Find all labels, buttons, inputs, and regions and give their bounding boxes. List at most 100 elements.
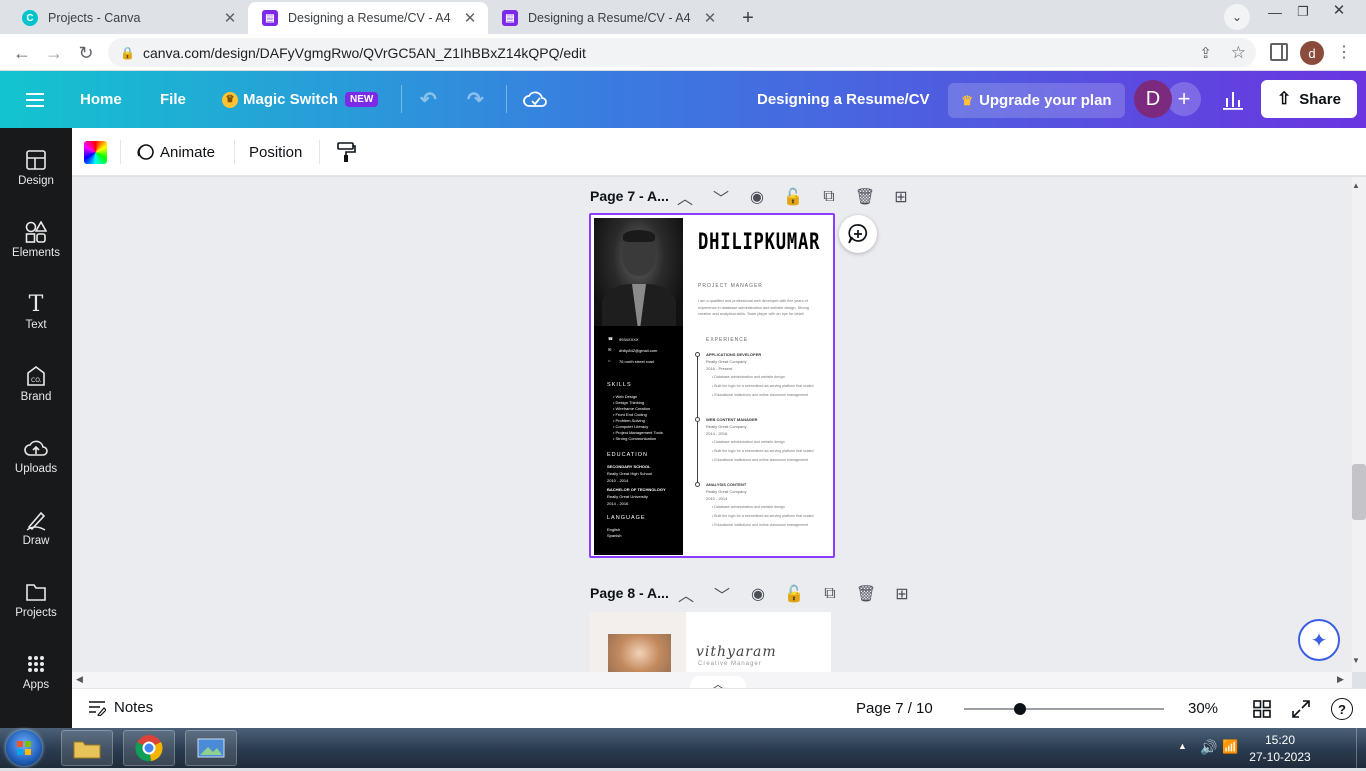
add-collaborator-plus-icon[interactable]: +	[1167, 82, 1201, 116]
sidebar-item-projects[interactable]: Projects	[0, 560, 72, 632]
volume-icon[interactable]: 🔊	[1200, 739, 1217, 756]
browser-tab-projects[interactable]: C Projects - Canva ✕	[8, 2, 248, 34]
start-button-icon[interactable]	[6, 730, 42, 766]
show-desktop-button[interactable]	[1356, 728, 1366, 768]
undo-icon[interactable]: ↶	[420, 71, 437, 128]
upgrade-plan-button[interactable]: ♛ Upgrade your plan	[948, 83, 1125, 118]
profile-photo[interactable]	[594, 218, 683, 326]
document-title[interactable]: Designing a Resume/CV	[757, 71, 930, 128]
horizontal-scrollbar[interactable]: ◀ ︿ ▶	[72, 672, 1352, 692]
restore-icon[interactable]: ❐	[1290, 2, 1316, 22]
cloud-saved-icon[interactable]	[523, 71, 547, 128]
page-up-chevron-icon[interactable]: ︿	[676, 584, 696, 605]
sidebar-item-apps[interactable]: Apps	[0, 632, 72, 704]
page-indicator[interactable]: Page 7 / 10	[856, 700, 933, 717]
delete-page-icon[interactable]: 🗑	[855, 187, 875, 207]
color-picker-swatch[interactable]	[84, 141, 107, 164]
vertical-scrollbar[interactable]: ▲ ▼	[1352, 177, 1366, 672]
page-7-label[interactable]: Page 7 - A...	[590, 188, 669, 204]
forward-arrow-icon[interactable]: →	[40, 39, 68, 67]
network-icon[interactable]: 📶	[1222, 739, 1238, 755]
magic-switch-button[interactable]: ♛ Magic Switch NEW	[222, 71, 379, 128]
animate-button[interactable]: Animate	[134, 140, 215, 164]
browser-menu-icon[interactable]: ⋮	[1336, 42, 1352, 62]
back-arrow-icon[interactable]: ←	[8, 39, 36, 67]
lock-page-icon[interactable]: 🔓	[783, 187, 803, 207]
page-down-chevron-icon[interactable]: ﹀	[711, 187, 731, 208]
file-explorer-icon[interactable]	[61, 730, 113, 766]
user-avatar[interactable]: D	[1134, 80, 1172, 118]
duplicate-page-icon[interactable]: ⧉	[820, 584, 840, 604]
notes-button[interactable]: Notes	[88, 699, 153, 716]
close-tab-icon[interactable]: ✕	[700, 9, 720, 27]
hamburger-menu-icon[interactable]	[26, 71, 46, 128]
page-down-chevron-icon[interactable]: ﹀	[712, 584, 732, 605]
home-button[interactable]: Home	[80, 71, 122, 128]
sidebar-item-elements[interactable]: Elements	[0, 200, 72, 272]
help-question-icon[interactable]: ?	[1331, 698, 1353, 720]
chrome-icon[interactable]	[123, 730, 175, 766]
close-tab-icon[interactable]: ✕	[460, 9, 480, 27]
resume-name[interactable]: DHILIPKUMAR	[698, 230, 820, 255]
page-up-chevron-icon[interactable]: ︿	[675, 187, 695, 208]
browser-tab-resume-active[interactable]: ▤ Designing a Resume/CV - A4 ✕	[248, 2, 488, 34]
browser-tab-resume[interactable]: ▤ Designing a Resume/CV - A4 ✕	[488, 2, 728, 34]
position-button[interactable]: Position	[249, 140, 302, 164]
scroll-left-arrow-icon[interactable]: ◀	[76, 674, 83, 685]
image-viewer-icon[interactable]	[185, 730, 237, 766]
page-8-label[interactable]: Page 8 - A...	[590, 585, 669, 601]
tab-search-chevron-icon[interactable]: ⌄	[1224, 4, 1250, 30]
zoom-slider-track[interactable]	[964, 703, 1164, 715]
add-page-icon[interactable]: ⊞	[892, 584, 912, 604]
share-button[interactable]: ⇧ Share	[1261, 80, 1357, 118]
scrollbar-thumb[interactable]	[1352, 464, 1366, 520]
zoom-level[interactable]: 30%	[1188, 700, 1218, 717]
editor-toolbar: Animate Position	[72, 128, 1366, 176]
close-window-icon[interactable]: ✕	[1326, 0, 1352, 20]
url-omnibox[interactable]: 🔒 canva.com/design/DAFyVgmgRwo/QVrGC5AN_…	[108, 38, 1256, 67]
close-tab-icon[interactable]: ✕	[220, 9, 240, 27]
paint-roller-icon[interactable]	[336, 141, 356, 168]
profile-avatar[interactable]: d	[1300, 41, 1324, 65]
scroll-down-arrow-icon[interactable]: ▼	[1352, 656, 1360, 665]
lock-page-icon[interactable]: 🔓	[784, 584, 804, 604]
reload-icon[interactable]: ↻	[72, 39, 100, 67]
scroll-right-arrow-icon[interactable]: ▶	[1337, 674, 1344, 685]
language-item: Spanish	[607, 533, 622, 538]
sidebar-item-brand[interactable]: CO. Brand	[0, 344, 72, 416]
sidebar-item-uploads[interactable]: Uploads	[0, 416, 72, 488]
fullscreen-expand-icon[interactable]	[1292, 700, 1310, 723]
sidebar-item-text[interactable]: T Text	[0, 272, 72, 344]
page-8-photo[interactable]	[608, 634, 671, 672]
bookmark-star-icon[interactable]: ☆	[1231, 43, 1246, 63]
hide-page-eye-icon[interactable]: ◉	[747, 187, 767, 207]
uploads-icon	[0, 433, 72, 463]
new-tab-plus-icon[interactable]: +	[734, 4, 762, 32]
education-place: Really Great High School	[607, 471, 652, 476]
insights-chart-icon[interactable]	[1221, 88, 1245, 110]
sidebar-item-design[interactable]: Design	[0, 128, 72, 200]
magic-sparkle-icon[interactable]: ✦	[1298, 619, 1340, 661]
add-comment-icon[interactable]	[839, 215, 877, 253]
redo-icon[interactable]: ↷	[467, 71, 484, 128]
zoom-slider-thumb[interactable]	[1014, 703, 1026, 715]
design-canvas[interactable]: Page 7 - A... ︿ ﹀ ◉ 🔓 ⧉ 🗑 ⊞ ☎ 9934XXXX ✉…	[72, 177, 1366, 672]
clock-time[interactable]: 15:20	[1252, 733, 1308, 747]
page-8-resume[interactable]: vithyaram Creative Manager	[590, 612, 831, 672]
sidebar-item-draw[interactable]: Draw	[0, 488, 72, 560]
duplicate-page-icon[interactable]: ⧉	[819, 187, 839, 207]
scroll-up-arrow-icon[interactable]: ▲	[1352, 181, 1360, 190]
grid-view-icon[interactable]	[1253, 700, 1271, 723]
sidepanel-icon[interactable]	[1270, 43, 1288, 61]
clock-date[interactable]: 27-10-2023	[1244, 750, 1316, 764]
toolbar-divider	[319, 140, 320, 164]
minimize-icon[interactable]: —	[1262, 2, 1288, 22]
tray-expand-arrow-icon[interactable]: ▲	[1178, 741, 1187, 751]
file-menu-button[interactable]: File	[160, 71, 186, 128]
phone-icon: ☎	[608, 336, 613, 341]
add-page-icon[interactable]: ⊞	[891, 187, 911, 207]
delete-page-icon[interactable]: 🗑	[856, 584, 876, 604]
share-page-icon[interactable]: ⇪	[1199, 44, 1212, 62]
hide-page-eye-icon[interactable]: ◉	[748, 584, 768, 604]
page-7-resume[interactable]: ☎ 9934XXXX ✉ dhilip842@gmail.com ⌂ 76 no…	[589, 213, 835, 558]
